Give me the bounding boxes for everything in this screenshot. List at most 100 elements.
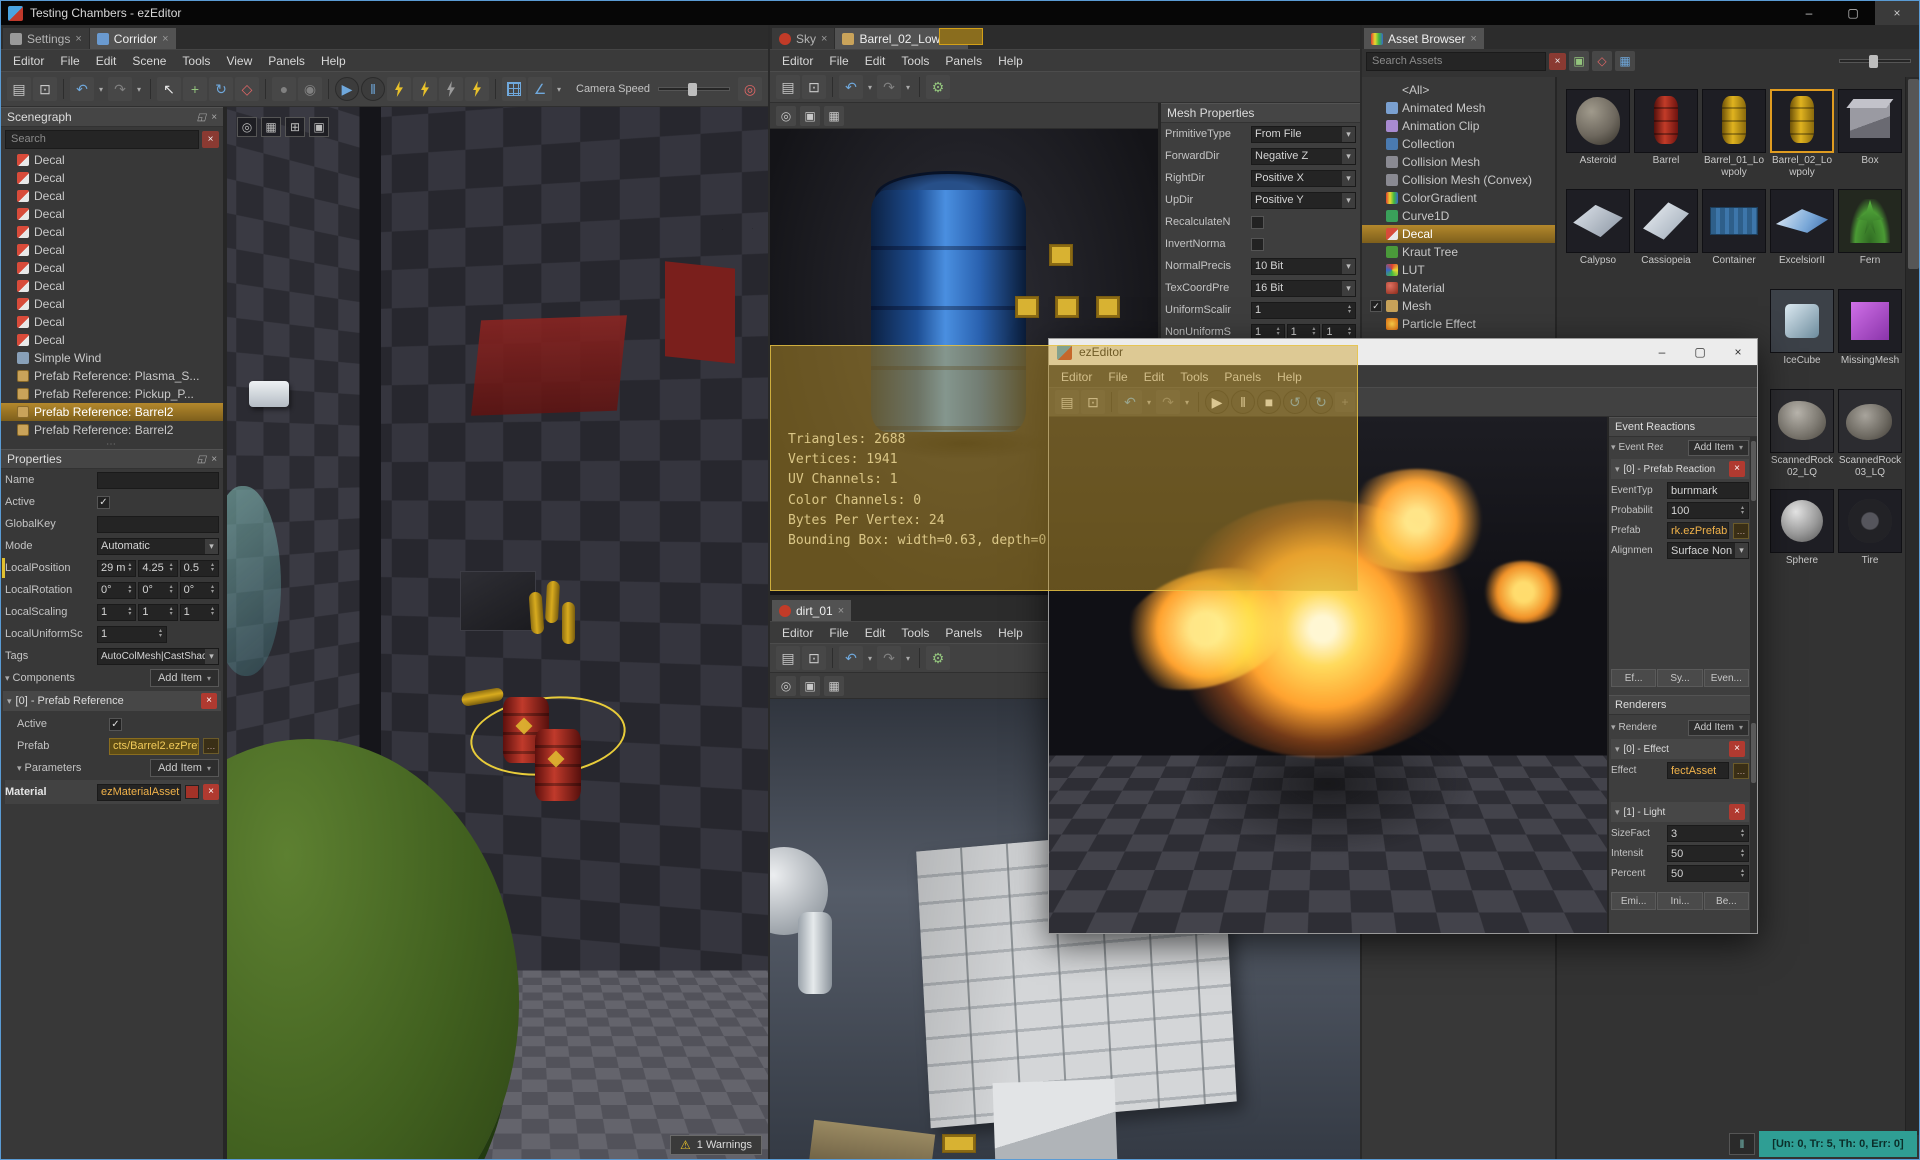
primitive-type-dropdown[interactable]: From File (1251, 125, 1356, 143)
redo-icon[interactable]: ↷ (1156, 390, 1180, 414)
camera-speed-slider[interactable] (658, 83, 730, 96)
scaling-x-spinner[interactable]: 1 (97, 603, 137, 621)
position-y-spinner[interactable]: 4.25 (138, 559, 178, 577)
scenegraph-item[interactable]: Decal (1, 151, 223, 169)
clear-search-icon[interactable]: × (202, 130, 219, 148)
play-button[interactable]: ▶ (335, 77, 359, 101)
menu-item[interactable]: Tools (1172, 370, 1216, 384)
redo-caret-icon[interactable]: ▾ (134, 77, 144, 101)
viewport-layout-icon[interactable]: ▣ (309, 117, 329, 137)
scenegraph-item[interactable]: Simple Wind (1, 349, 223, 367)
grid-toggle-icon[interactable]: ▦ (824, 105, 844, 126)
scenegraph-item[interactable]: Decal (1, 295, 223, 313)
tab-close-icon[interactable]: × (75, 33, 81, 45)
texcoord-precision-dropdown[interactable]: 16 Bit (1251, 279, 1356, 297)
asset-item[interactable]: IceCube (1769, 289, 1835, 381)
menu-item[interactable]: View (218, 54, 260, 68)
restart-button[interactable]: ↺ (1283, 390, 1307, 414)
asset-item[interactable]: Cassiopeia (1633, 189, 1699, 281)
viewport-grid-icon[interactable]: ▦ (261, 117, 281, 137)
document-tab[interactable]: dirt_01 × (772, 600, 852, 621)
particle-sub-tab[interactable]: Ini... (1657, 892, 1703, 910)
remove-reaction-icon[interactable]: × (1729, 461, 1745, 477)
menu-item[interactable]: Edit (88, 54, 125, 68)
intensity-spinner[interactable]: 50 (1667, 845, 1749, 862)
thumbnail-size-slider[interactable] (1839, 55, 1911, 68)
uniform-scaling-spinner[interactable]: 1 (1251, 301, 1356, 319)
asset-item[interactable]: Container (1701, 189, 1767, 281)
add-event-reaction-button[interactable]: Add Item (1687, 439, 1749, 456)
undo-caret-icon[interactable]: ▾ (865, 646, 875, 670)
scrollbar-thumb[interactable] (1751, 723, 1756, 783)
particle-sub-tab[interactable]: Even... (1703, 669, 1749, 687)
asset-type-filter[interactable]: ✓ Animated Mesh (1362, 99, 1555, 117)
minimize-button[interactable]: – (1643, 339, 1681, 365)
lightning-icon[interactable] (413, 77, 437, 101)
menu-item[interactable]: Edit (1136, 370, 1173, 384)
menu-item[interactable]: Tools (893, 626, 937, 640)
alignment-dropdown[interactable]: Surface Non (1667, 542, 1749, 559)
size-factor-spinner[interactable]: 3 (1667, 825, 1749, 842)
loop-button[interactable]: ↻ (1309, 390, 1333, 414)
menu-item[interactable]: Editor (774, 626, 821, 640)
menu-item[interactable]: File (821, 54, 856, 68)
redo-caret-icon[interactable]: ▾ (1182, 390, 1192, 414)
up-dir-dropdown[interactable]: Positive Y (1251, 191, 1356, 209)
copy-icon[interactable]: ⊡ (1081, 390, 1105, 414)
event-type-input[interactable]: burnmark (1667, 482, 1749, 499)
browse-prefab-icon[interactable]: … (1733, 522, 1749, 539)
pause-button[interactable]: ‖ (1231, 390, 1255, 414)
asset-item[interactable]: Barrel (1633, 89, 1699, 181)
forward-dir-dropdown[interactable]: Negative Z (1251, 147, 1356, 165)
asset-item[interactable]: ExcelsiorII (1769, 189, 1835, 281)
scrollbar-thumb[interactable] (1751, 441, 1756, 501)
floating-title-bar[interactable]: ezEditor – ▢ × (1049, 339, 1757, 365)
add-parameter-button[interactable]: Add Item (149, 759, 219, 777)
asset-item[interactable]: Fern (1837, 189, 1903, 281)
percentage-spinner[interactable]: 50 (1667, 865, 1749, 882)
menu-item[interactable]: Scene (124, 54, 174, 68)
log-toggle-button[interactable]: ‖ (1729, 1133, 1755, 1155)
grid-toggle-icon[interactable]: ▦ (824, 675, 844, 696)
viewport-expand-icon[interactable]: ⊞ (285, 117, 305, 137)
tab-close-icon[interactable]: × (1470, 33, 1476, 45)
asset-item[interactable]: ScannedRock02_LQ (1769, 389, 1835, 481)
normal-precision-dropdown[interactable]: 10 Bit (1251, 257, 1356, 275)
rotation-y-spinner[interactable]: 0° (138, 581, 178, 599)
panel-splitter[interactable]: ⋯ (1, 439, 223, 450)
uniform-scaling-spinner[interactable]: 1 (97, 625, 167, 643)
save-icon[interactable]: ▤ (776, 646, 800, 670)
menu-item[interactable]: Panels (1216, 370, 1269, 384)
dock-icon[interactable]: ◱ (197, 112, 206, 123)
asset-type-filter[interactable]: ✓ Decal (1362, 225, 1555, 243)
scenegraph-item[interactable]: Prefab Reference: Pickup_P... (1, 385, 223, 403)
stop-button[interactable]: ■ (1257, 390, 1281, 414)
active-checkbox[interactable]: ✓ (97, 495, 110, 509)
position-x-spinner[interactable]: 29 m (97, 559, 137, 577)
menu-item[interactable]: Panels (260, 54, 313, 68)
menu-item[interactable]: Editor (774, 54, 821, 68)
panel-scrollbar[interactable] (1750, 437, 1757, 933)
document-tab[interactable]: Corridor × (89, 28, 176, 49)
scenegraph-item[interactable]: Decal (1, 223, 223, 241)
component-active-checkbox[interactable]: ✓ (109, 717, 122, 731)
add-component-button[interactable]: Add Item (149, 669, 219, 687)
effect-asset-input[interactable]: fectAsset (1667, 762, 1729, 779)
filter-checkbox[interactable]: ✓ (1370, 300, 1382, 312)
scenegraph-item[interactable]: Prefab Reference: Plasma_S... (1, 367, 223, 385)
preview-image-icon[interactable]: ▣ (800, 675, 820, 696)
status-counters[interactable]: [Un: 0, Tr: 5, Th: 0, Err: 0] (1759, 1131, 1917, 1157)
remove-light-icon[interactable]: × (1729, 804, 1745, 820)
close-panel-icon[interactable]: × (211, 112, 217, 123)
settings-gear-icon[interactable]: ⚙ (926, 75, 950, 99)
asset-type-filter[interactable]: ✓ ColorGradient (1362, 189, 1555, 207)
asset-type-filter[interactable]: ✓ Material (1362, 279, 1555, 297)
menu-item[interactable]: File (821, 626, 856, 640)
rotate-tool-icon[interactable]: ↻ (209, 77, 233, 101)
asset-grid-scrollbar[interactable] (1905, 77, 1919, 1135)
menu-item[interactable]: Help (990, 626, 1031, 640)
particle-preview-viewport[interactable] (1049, 417, 1607, 933)
tab-close-icon[interactable]: × (821, 33, 827, 45)
menu-item[interactable]: Help (990, 54, 1031, 68)
translate-tool-icon[interactable]: + (183, 77, 207, 101)
